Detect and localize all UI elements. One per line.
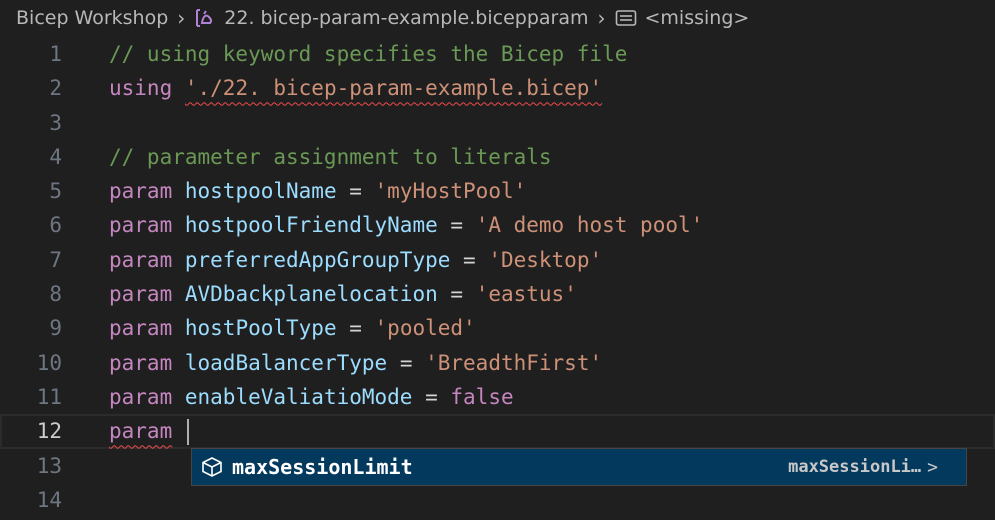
code-line[interactable]: 9 param hostPoolType = 'pooled' (0, 311, 995, 345)
code-line[interactable]: 4 // parameter assignment to literals (0, 140, 995, 174)
code-token: 'myHostPool' (374, 179, 527, 204)
chevron-right-icon: › (597, 6, 606, 30)
code-line[interactable]: 6 param hostpoolFriendlyName = 'A demo ho… (0, 208, 995, 242)
code-line[interactable]: 3 (0, 106, 995, 140)
line-number: 10 (36, 350, 62, 375)
code-line[interactable]: 7 param preferredAppGroupType = 'Desktop' (0, 243, 995, 277)
code-token: preferredAppGroupType (184, 247, 451, 272)
suggestion-item[interactable]: maxSessionLimit maxSessionLi… > (191, 448, 967, 486)
code-token: 'pooled' (374, 316, 476, 341)
code-token: 'eastus' (475, 282, 577, 307)
code-token: = (387, 350, 426, 375)
code-token: hostPoolType (184, 316, 337, 341)
line-number: 2 (49, 76, 62, 101)
code-line[interactable]: 8 param AVDbackplanelocation = 'eastus' (0, 277, 995, 311)
code-line[interactable]: 12 param (0, 414, 995, 449)
line-number: 9 (49, 316, 62, 341)
code-text: param hostPoolType = 'pooled' (109, 311, 476, 345)
breadcrumb-workspace[interactable]: Bicep Workshop (16, 7, 168, 29)
code-token: = (450, 247, 489, 272)
code-text: param (109, 414, 189, 448)
code-token: 'A demo host pool' (475, 213, 704, 238)
line-number: 11 (36, 384, 62, 409)
code-line[interactable]: 5 param hostpoolName = 'myHostPool' (0, 174, 995, 208)
breadcrumb-file[interactable]: 22. bicep-param-example.bicepparam (194, 7, 589, 29)
code-text: param hostpoolName = 'myHostPool' (109, 174, 526, 208)
line-number: 5 (49, 179, 62, 204)
code-token: param (109, 179, 173, 204)
code-text: param hostpoolFriendlyName = 'A demo hos… (109, 208, 703, 242)
code-line[interactable]: 10 param loadBalancerType = 'BreadthFirst… (0, 346, 995, 380)
code-token-error: './22. bicep-param-example.bicep' (184, 76, 603, 101)
line-number: 12 (36, 419, 62, 444)
symbol-module-icon (615, 9, 637, 27)
code-token: param (109, 213, 173, 238)
bicep-file-icon (194, 8, 216, 28)
code-token-error: param (109, 419, 173, 444)
code-token: param (109, 350, 173, 375)
code-token: = (412, 384, 451, 409)
code-text: // using keyword specifies the Bicep fil… (109, 37, 627, 71)
code-text: param enableValiatioMode = false (109, 380, 514, 414)
breadcrumb-file-label: 22. bicep-param-example.bicepparam (224, 7, 589, 29)
code-text: // parameter assignment to literals (109, 140, 552, 174)
code-token: // using keyword specifies the Bicep fil… (109, 42, 628, 66)
code-line[interactable]: 14 (0, 483, 995, 517)
chevron-right-icon: › (177, 6, 186, 30)
code-token: = (336, 179, 375, 204)
code-token: loadBalancerType (184, 350, 388, 375)
symbol-field-icon (200, 456, 224, 478)
line-number: 7 (49, 247, 62, 272)
text-cursor (186, 419, 189, 446)
code-token: false (450, 384, 514, 409)
line-number: 4 (49, 144, 62, 169)
breadcrumb: Bicep Workshop › 22. bicep-param-example… (0, 0, 995, 36)
breadcrumb-symbol-label: <missing> (644, 7, 750, 29)
code-token: = (437, 282, 476, 307)
code-token: param (109, 384, 173, 409)
code-token: param (109, 316, 173, 341)
line-number: 13 (36, 453, 62, 478)
suggestion-label: maxSessionLimit (232, 455, 413, 479)
code-token: // parameter assignment to literals (109, 144, 552, 169)
breadcrumb-symbol[interactable]: <missing> (615, 7, 750, 29)
code-token: AVDbackplanelocation (184, 282, 438, 307)
code-line[interactable]: 2 using './22. bicep-param-example.bicep' (0, 71, 995, 105)
code-token: param (109, 247, 173, 272)
code-text: param preferredAppGroupType = 'Desktop' (109, 243, 602, 277)
line-number: 14 (36, 487, 62, 512)
code-text: using './22. bicep-param-example.bicep' (109, 71, 602, 105)
code-token: hostpoolName (184, 179, 337, 204)
line-number: 3 (49, 110, 62, 135)
code-token: using (109, 76, 173, 101)
suggestion-detail: maxSessionLi… (788, 457, 922, 477)
line-number: 6 (49, 213, 62, 238)
code-line[interactable]: 11 param enableValiatioMode = false (0, 380, 995, 414)
line-number: 8 (49, 282, 62, 307)
code-token: 'Desktop' (488, 247, 603, 272)
code-line[interactable]: 1 // using keyword specifies the Bicep fi… (0, 37, 995, 71)
code-token: hostpoolFriendlyName (184, 213, 438, 238)
code-token: param (109, 282, 173, 307)
code-token: 'BreadthFirst' (425, 350, 603, 375)
code-text: param loadBalancerType = 'BreadthFirst' (109, 346, 602, 380)
code-token: = (437, 213, 476, 238)
read-more-icon[interactable]: > (927, 457, 938, 478)
line-number: 1 (49, 42, 62, 66)
code-token: = (336, 316, 375, 341)
code-token: enableValiatioMode (184, 384, 413, 409)
code-text: param AVDbackplanelocation = 'eastus' (109, 277, 577, 311)
